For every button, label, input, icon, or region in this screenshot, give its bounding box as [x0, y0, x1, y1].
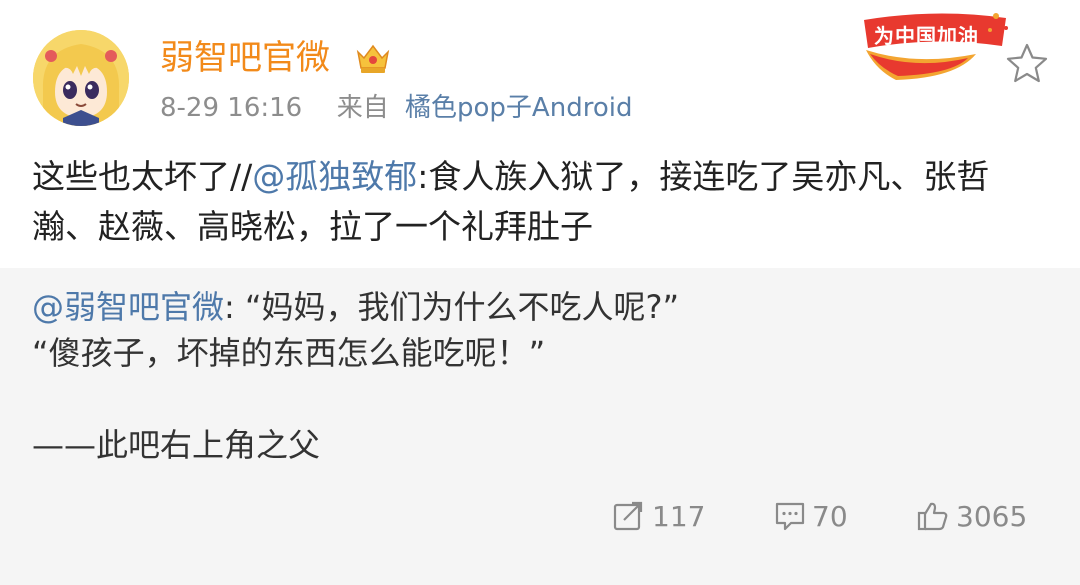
- source-prefix: 来自: [336, 93, 389, 123]
- mention-link[interactable]: @孤独致郁: [252, 157, 417, 196]
- repost-icon: [613, 501, 643, 531]
- like-button[interactable]: 3065: [916, 490, 1027, 542]
- content-text-before: 这些也太坏了//: [32, 157, 253, 196]
- comment-icon: [775, 502, 805, 531]
- avatar[interactable]: [33, 30, 129, 126]
- avatar-image: [33, 30, 129, 126]
- timestamp: 8-29 16:16: [160, 93, 303, 123]
- like-count: 3065: [956, 499, 1028, 533]
- repost-mention-link[interactable]: @弱智吧官微: [32, 288, 224, 326]
- cheer-china-badge[interactable]: 为中国加油: [856, 6, 1016, 90]
- repost-button[interactable]: 117: [612, 490, 705, 542]
- post-meta: 8-29 16:16 来自 橘色pop子Android: [160, 90, 632, 126]
- source-link[interactable]: 橘色pop子Android: [405, 93, 632, 123]
- badge-text: 为中国加油: [874, 24, 979, 48]
- reposted-content[interactable]: @弱智吧官微: “妈妈，我们为什么不吃人呢?” “傻孩子，坏掉的东西怎么能吃呢！…: [0, 268, 1080, 585]
- post-header: 弱智吧官微 8-29 16:16 来自 橘色pop子Android 为中国加油: [0, 0, 1080, 140]
- repost-count: 117: [652, 499, 706, 533]
- comment-count: 70: [812, 499, 848, 533]
- repost-text: @弱智吧官微: “妈妈，我们为什么不吃人呢?” “傻孩子，坏掉的东西怎么能吃呢！…: [32, 284, 1052, 468]
- action-bar: 117 70 3065: [0, 490, 1080, 542]
- post-content: 这些也太坏了//@孤独致郁:食人族入狱了，接连吃了吴亦凡、张哲瀚、赵薇、高晓松，…: [32, 152, 1052, 252]
- favorite-star-icon[interactable]: [1005, 42, 1049, 84]
- thumbs-up-icon: [917, 502, 948, 531]
- repost-blank-line: [32, 376, 1052, 422]
- username[interactable]: 弱智吧官微: [160, 34, 330, 82]
- repost-line-2: “傻孩子，坏掉的东西怎么能吃呢！”: [32, 334, 546, 372]
- vip-crown-icon: [356, 44, 390, 73]
- comment-button[interactable]: 70: [774, 490, 848, 542]
- repost-line-3: ——此吧右上角之父: [32, 426, 321, 464]
- repost-line-1-text: : “妈妈，我们为什么不吃人呢?”: [224, 288, 680, 326]
- repost-line-1: @弱智吧官微: “妈妈，我们为什么不吃人呢?”: [32, 284, 1052, 330]
